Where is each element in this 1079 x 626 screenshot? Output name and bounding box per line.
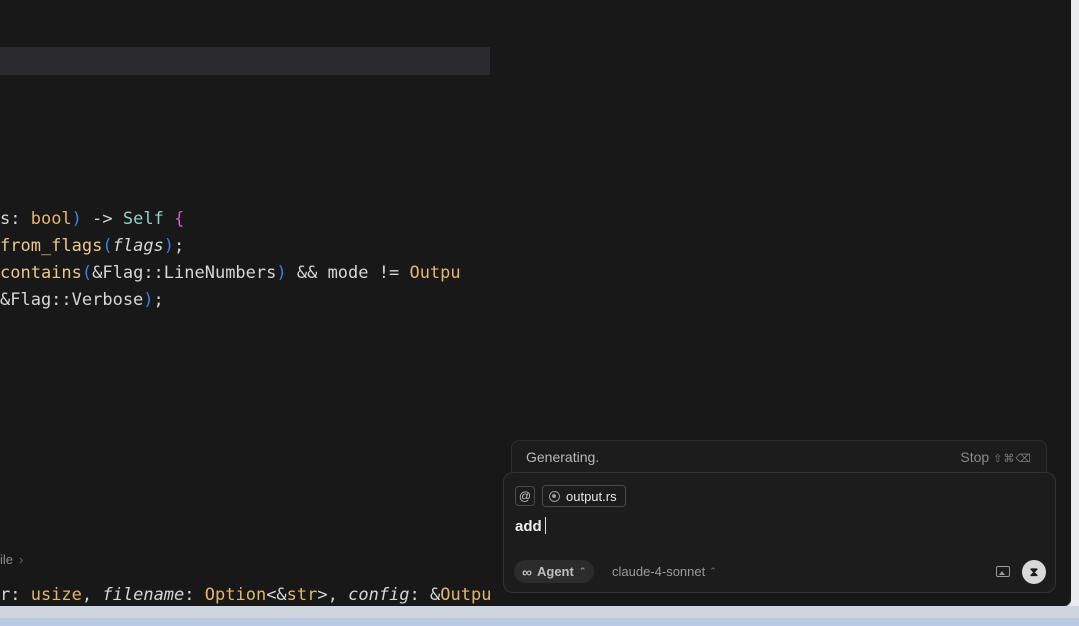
chevron-up-icon: ⌃ <box>578 566 587 576</box>
code-token: : <box>184 585 205 605</box>
code-token: -> <box>81 209 123 229</box>
desktop-strip <box>0 606 1079 626</box>
code-token: ) <box>143 290 154 310</box>
chevron-up-icon: ⌃ <box>709 566 717 576</box>
window-edge <box>1071 0 1079 610</box>
stop-label: Stop <box>960 449 990 465</box>
code-token: str <box>286 585 318 605</box>
current-line-highlight <box>0 47 490 75</box>
code-block[interactable]: s: bool) -> Self {from_flags(flags); cont… <box>0 206 490 314</box>
code-token: bool <box>30 209 72 229</box>
code-token: usize <box>30 585 82 605</box>
code-token: &Flag::LineNumbers <box>92 263 277 283</box>
code-token: Outpu <box>409 263 461 283</box>
code-token: contains <box>0 263 82 283</box>
chat-input[interactable]: add <box>515 517 547 535</box>
code-token: : & <box>409 585 441 605</box>
code-token: ; <box>174 236 185 256</box>
code-token: { <box>163 209 185 229</box>
taskbar-edge <box>0 618 1079 626</box>
code-line[interactable]: from_flags(flags); <box>0 233 490 260</box>
code-token: ) <box>71 209 82 229</box>
code-token: ) <box>163 236 175 256</box>
code-token: r: <box>0 585 31 605</box>
stop-shortcut: ⇧⌘⌫ <box>993 453 1032 465</box>
context-file-chip[interactable]: output.rs <box>542 485 626 507</box>
mention-button[interactable]: @ <box>515 486 535 506</box>
breadcrumb[interactable]: ile › <box>0 552 23 567</box>
mode-label: Agent <box>536 564 574 579</box>
code-token: filename <box>102 585 185 605</box>
chevron-right-icon: › <box>19 552 24 567</box>
chat-composer: @ output.rs add ∞ Agent ⌃ claude-4-sonne… <box>503 472 1056 593</box>
infinity-icon: ∞ <box>522 563 532 580</box>
breadcrumb-item[interactable]: ile <box>0 552 13 567</box>
mode-selector[interactable]: ∞ Agent ⌃ <box>514 560 595 583</box>
code-token: <& <box>266 585 287 605</box>
code-token: ( <box>102 236 113 256</box>
code-token: , <box>81 585 103 605</box>
rust-file-icon <box>549 490 560 502</box>
code-token: ) <box>276 263 287 283</box>
code-token: from_flags <box>0 236 103 256</box>
code-token: Option <box>204 585 267 605</box>
text-caret <box>544 517 547 534</box>
code-token: ( <box>81 263 93 283</box>
code-token: &Flag::Verbose <box>0 290 144 310</box>
context-file-name: output.rs <box>566 488 617 504</box>
code-token: >, <box>317 585 349 605</box>
status-text: Generating. <box>526 449 600 465</box>
app-window: s: bool) -> Self {from_flags(flags); cont… <box>0 0 1072 607</box>
code-line[interactable]: s: bool) -> Self { <box>0 206 490 233</box>
code-editor[interactable]: s: bool) -> Self {from_flags(flags); cont… <box>0 0 490 606</box>
code-token: Outpu <box>440 585 490 605</box>
code-line[interactable]: &Flag::Verbose); <box>0 287 490 314</box>
function-signature-line[interactable]: r: usize, filename: Option<&str>, config… <box>0 582 490 606</box>
generation-status-bar: Generating. Stop ⇧⌘⌫ <box>511 440 1047 472</box>
chat-input-value: add <box>515 518 542 535</box>
code-token: flags <box>112 236 164 256</box>
image-icon[interactable] <box>996 566 1010 577</box>
code-line[interactable]: contains(&Flag::LineNumbers) && mode != … <box>0 260 490 287</box>
model-selector[interactable]: claude-4-sonnet ⌃ <box>612 564 717 579</box>
code-token: ; <box>153 290 164 310</box>
model-label: claude-4-sonnet <box>612 564 706 579</box>
code-token: Self <box>122 209 164 229</box>
stop-button[interactable]: Stop ⇧⌘⌫ <box>960 449 1032 465</box>
code-token: && mode != <box>286 263 410 283</box>
send-button[interactable]: ⧗ <box>1022 560 1046 584</box>
code-token: config <box>348 585 410 605</box>
code-token: s: <box>0 209 31 229</box>
